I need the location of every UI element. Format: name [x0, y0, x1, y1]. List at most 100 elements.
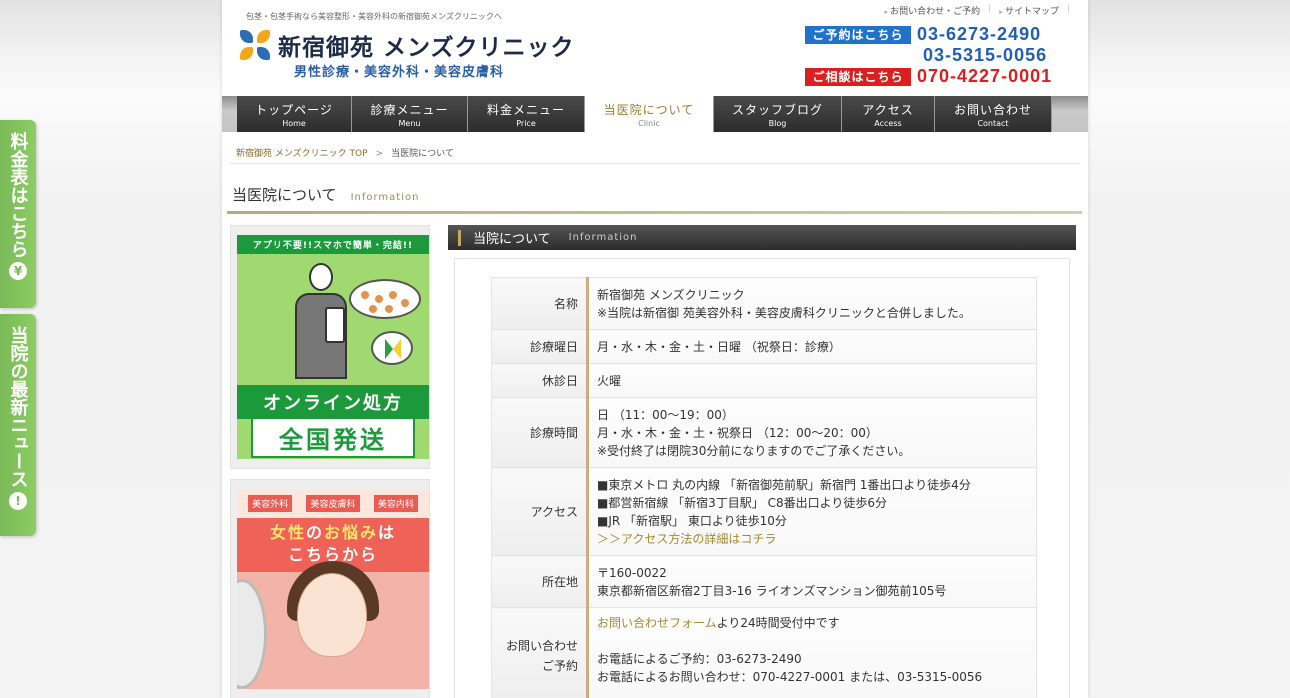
- nav-sublabel: Price: [516, 118, 536, 128]
- row-header: アクセス: [491, 467, 589, 556]
- online-prescription-banner[interactable]: アプリ不要!!スマホで簡単・完結!! オンライン処方 全国発送: [237, 235, 429, 459]
- breadcrumb: 新宿御苑 メンズクリニック TOP > 当医院について: [236, 146, 454, 159]
- consult-label: ご相談はこちら: [805, 67, 911, 86]
- clinic-info-table: 名称 新宿御苑 メンズクリニック ※当院は新宿御 苑美容外科・美容皮膚科クリニッ…: [491, 277, 1037, 698]
- value-line: 日 （11：00〜19：00）: [597, 407, 734, 422]
- value-line: ■東京メトロ 丸の内線 「新宿御苑前駅」新宿門 1番出口より徒歩4分: [597, 477, 971, 492]
- nav-sublabel: Access: [874, 118, 902, 128]
- breadcrumb-home-link[interactable]: 新宿御苑 メンズクリニック TOP: [236, 149, 368, 159]
- sitemap-link[interactable]: サイトマップ: [999, 4, 1059, 17]
- online-prescription-banner-box: アプリ不要!!スマホで簡単・完結!! オンライン処方 全国発送: [230, 225, 430, 469]
- page-title-text: 当医院について: [232, 186, 337, 204]
- value-line: 〒160-0022: [597, 565, 667, 580]
- category-badge: 美容内科: [373, 495, 418, 512]
- row-value: 〒160-0022 東京都新宿区新宿2丁目3-16 ライオンズマンション御苑前1…: [587, 555, 1037, 608]
- reserve-label: ご予約はこちら: [805, 25, 911, 44]
- table-row: お問い合わせ ご予約 お問い合わせフォームより24時間受付中です お電話によるご…: [491, 607, 1037, 698]
- category-badge: 美容皮膚科: [306, 495, 360, 512]
- divider: [230, 163, 1080, 164]
- row-header: 診療時間: [491, 397, 589, 468]
- value-line: 月・水・木・金・土・祝祭日 （12：00〜20：00）: [597, 425, 878, 440]
- clinic-logo-icon: [240, 30, 270, 60]
- breadcrumb-separator: >: [375, 149, 384, 159]
- nav-blog[interactable]: スタッフブログ Blog: [714, 96, 842, 132]
- row-header-line: ご予約: [541, 658, 578, 673]
- section-body: 名称 新宿御苑 メンズクリニック ※当院は新宿御 苑美容外科・美容皮膚科クリニッ…: [454, 258, 1070, 698]
- table-row: 診療曜日 月・水・木・金・土・日曜 （祝祭日：診療）: [491, 329, 1037, 364]
- site-header: 包茎・包茎手術なら美容整形・美容外科の新宿御苑メンズクリニックへ 新宿御苑 メン…: [222, 0, 1088, 96]
- woman-face-illustration: [297, 573, 367, 657]
- reserve-phone-2[interactable]: 03-5315-0056: [923, 45, 1047, 66]
- table-row: 休診日 火曜: [491, 363, 1037, 398]
- page-title-en: Information: [350, 192, 420, 203]
- nav-label: スタッフブログ: [731, 102, 823, 117]
- nav-menu[interactable]: 診療メニュー Menu: [352, 96, 468, 132]
- consult-phone[interactable]: 070-4227-0001: [917, 66, 1052, 87]
- row-value: ■東京メトロ 丸の内線 「新宿御苑前駅」新宿門 1番出口より徒歩4分 ■都営新宿…: [587, 467, 1037, 556]
- table-row: 診療時間 日 （11：00〜19：00） 月・水・木・金・土・祝祭日 （12：0…: [491, 397, 1037, 468]
- banner-word: 女性: [269, 523, 306, 542]
- value-line: 月・水・木・金・土・日曜 （祝祭日：診療）: [597, 339, 841, 354]
- mirror-illustration: [237, 579, 267, 689]
- nav-label: お問い合わせ: [953, 102, 1032, 117]
- row-header: 休診日: [491, 363, 589, 398]
- global-nav: トップページ Home 診療メニュー Menu 料金メニュー Price 当医院につい…: [222, 96, 1088, 132]
- row-header-line: お問い合わせ: [505, 638, 578, 653]
- latest-news-tab-label: 当院の最新ニュース: [7, 326, 29, 488]
- site-logo[interactable]: 新宿御苑 メンズクリニック: [240, 28, 575, 62]
- row-header: お問い合わせ ご予約: [491, 607, 589, 698]
- nav-sublabel: Clinic: [638, 118, 660, 128]
- section-title: 当院について: [473, 232, 551, 247]
- banner-categories: 美容外科 美容皮膚科 美容内科: [237, 489, 429, 518]
- row-value: 火曜: [587, 363, 1037, 398]
- nav-label: 料金メニュー: [486, 102, 565, 117]
- breadcrumb-current: 当医院について: [391, 149, 454, 159]
- value-line: 東京都新宿区新宿2丁目3-16 ライオンズマンション御苑前105号: [597, 583, 947, 598]
- nav-clinic[interactable]: 当医院について Clinic: [585, 96, 714, 132]
- contact-reserve-link[interactable]: お問い合わせ・ご予約: [884, 4, 980, 17]
- nav-access[interactable]: アクセス Access: [842, 96, 935, 132]
- price-list-side-tab[interactable]: 料金表はこちら ¥: [0, 120, 36, 308]
- nav-sublabel: Contact: [977, 118, 1009, 128]
- value-line: お電話によるお問い合わせ：070-4227-0001 または、03-5315-0…: [597, 670, 983, 684]
- row-value: 日 （11：00〜19：00） 月・水・木・金・土・祝祭日 （12：00〜20：…: [587, 397, 1037, 468]
- value-line: 火曜: [597, 373, 622, 388]
- banner-word: お悩み: [324, 523, 379, 542]
- value-line: ※受付終了は閉院30分前になりますのでご了承ください。: [597, 443, 911, 458]
- contact-form-link[interactable]: お問い合わせフォーム: [597, 616, 717, 630]
- banner-word: の: [305, 523, 324, 542]
- price-list-tab-label: 料金表はこちら: [7, 132, 29, 258]
- section-title-en: Information: [568, 232, 638, 243]
- latest-news-side-tab[interactable]: 当院の最新ニュース !: [0, 314, 36, 536]
- pills-icon: [349, 279, 421, 319]
- reserve-phone-1[interactable]: 03-6273-2490: [917, 24, 1041, 45]
- nav-home[interactable]: トップページ Home: [237, 96, 352, 132]
- value-line: お電話によるご予約：03-6273-2490: [597, 652, 802, 666]
- page-title: 当医院について Information: [232, 184, 419, 205]
- nav-contact[interactable]: お問い合わせ Contact: [935, 96, 1052, 132]
- nav-label: トップページ: [255, 102, 333, 117]
- row-header: 所在地: [491, 555, 589, 608]
- table-row: 名称 新宿御苑 メンズクリニック ※当院は新宿御 苑美容外科・美容皮膚科クリニッ…: [491, 277, 1037, 330]
- logo-name: 新宿御苑 メンズクリニック: [278, 34, 575, 61]
- row-value: お問い合わせフォームより24時間受付中です お電話によるご予約：03-6273-…: [587, 607, 1037, 698]
- women-banner[interactable]: 美容外科 美容皮膚科 美容内科 女性のお悩みは こちらから: [237, 489, 429, 689]
- access-detail-link[interactable]: ＞＞アクセス方法の詳細はコチラ: [597, 530, 1028, 548]
- logo-subtitle: 男性診療・美容外科・美容皮膚科: [294, 65, 505, 80]
- nav-sublabel: Blog: [768, 118, 787, 128]
- site-tagline: 包茎・包茎手術なら美容整形・美容外科の新宿御苑メンズクリニックへ: [246, 12, 502, 21]
- row-header: 診療曜日: [491, 329, 589, 364]
- beginner-mark-icon: [371, 331, 413, 365]
- category-badge: 美容外科: [248, 495, 293, 512]
- banner-big-text: 全国発送: [251, 417, 415, 458]
- top-links: お問い合わせ・ご予約 | サイトマップ |: [884, 4, 1070, 17]
- nav-label: アクセス: [862, 102, 914, 117]
- yen-icon: ¥: [9, 262, 27, 280]
- nav-price[interactable]: 料金メニュー Price: [468, 96, 585, 132]
- sidebar: アプリ不要!!スマホで簡単・完結!! オンライン処方 全国発送 美容外科 美容皮…: [230, 225, 430, 698]
- doctor-illustration: [295, 261, 347, 381]
- value-line: 新宿御苑 メンズクリニック: [597, 287, 745, 302]
- nav-label: 診療メニュー: [370, 102, 449, 117]
- table-row: アクセス ■東京メトロ 丸の内線 「新宿御苑前駅」新宿門 1番出口より徒歩4分 …: [491, 467, 1037, 556]
- banner-title: オンライン処方: [237, 385, 429, 419]
